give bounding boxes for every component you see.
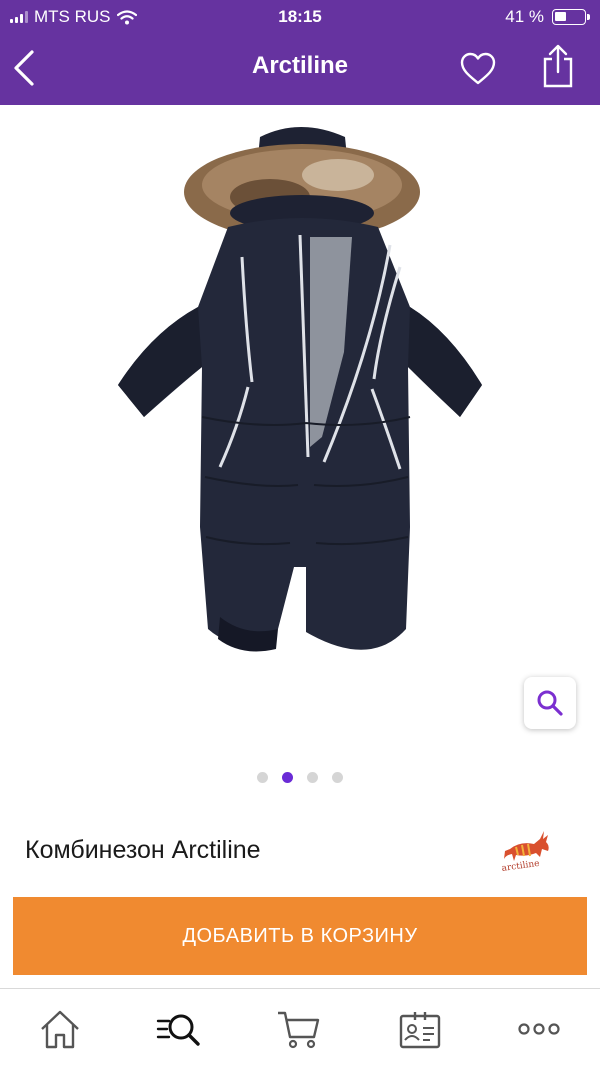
battery-icon [552, 9, 590, 25]
tab-bar [0, 988, 600, 1066]
profile-card-icon[interactable] [397, 1007, 443, 1051]
share-icon[interactable] [540, 44, 576, 90]
heart-icon[interactable] [459, 50, 497, 88]
add-to-cart-button[interactable]: ДОБАВИТЬ В КОРЗИНУ [13, 897, 587, 975]
product-gallery[interactable] [0, 105, 600, 795]
catalog-search-icon[interactable] [155, 1007, 201, 1051]
product-title: Комбинезон Arctiline [25, 836, 261, 864]
navigation-bar: Arctiline [0, 34, 600, 105]
gallery-dot[interactable] [282, 772, 293, 783]
logo-text: arctiline [501, 859, 540, 874]
gallery-dot[interactable] [307, 772, 318, 783]
home-icon[interactable] [37, 1007, 83, 1051]
more-dots-icon[interactable] [516, 1007, 562, 1051]
top-bar: MTS RUS 18:15 41 % Arctiline [0, 0, 600, 105]
gallery-dot[interactable] [332, 772, 343, 783]
gallery-dot[interactable] [257, 772, 268, 783]
magnifier-icon [537, 690, 563, 716]
product-title-row: Комбинезон Arctiline arctiline [0, 820, 600, 885]
status-bar: MTS RUS 18:15 41 % [0, 0, 600, 34]
battery-percent: 41 % [505, 7, 544, 26]
arctiline-logo: arctiline [501, 831, 549, 874]
snowsuit-image [118, 127, 482, 652]
cart-icon[interactable] [276, 1007, 322, 1051]
status-right: 41 % [505, 7, 590, 27]
page-title: Arctiline [251, 52, 349, 79]
gallery-pagination[interactable] [0, 772, 600, 783]
zoom-button[interactable] [524, 677, 576, 729]
